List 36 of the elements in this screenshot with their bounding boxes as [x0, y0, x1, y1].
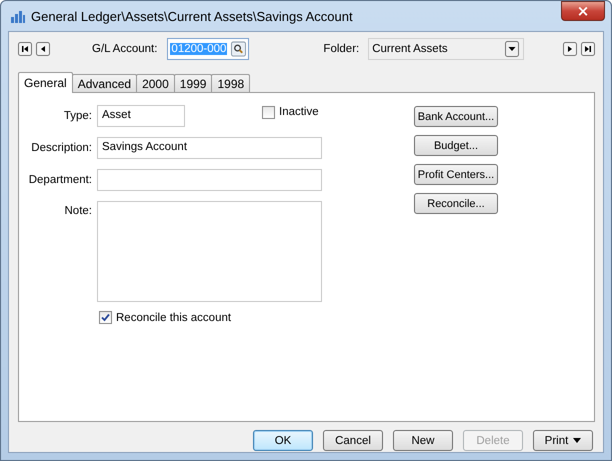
note-field[interactable]	[97, 201, 322, 302]
type-field[interactable]: Asset	[97, 105, 185, 127]
description-label: Description:	[30, 142, 92, 154]
bar-chart-icon	[10, 9, 26, 23]
last-record-icon[interactable]	[581, 42, 595, 56]
first-record-icon[interactable]	[18, 42, 32, 56]
checkbox[interactable]	[262, 106, 275, 118]
next-record-icon[interactable]	[563, 42, 577, 56]
note-label: Note:	[64, 205, 92, 217]
close-button[interactable]: ×	[561, 1, 605, 21]
window-title: General Ledger\Assets\Current Assets\Savings Account	[31, 8, 354, 24]
action-button[interactable]: Cancel	[323, 430, 383, 451]
department-field[interactable]	[97, 169, 322, 191]
reconcile-label: Reconcile this account	[116, 312, 232, 324]
action-button[interactable]: OK	[253, 430, 313, 451]
side-button[interactable]: Reconcile...	[414, 193, 498, 214]
folder-label: Folder:	[323, 43, 360, 55]
action-button[interactable]: New	[393, 430, 453, 451]
type-label: Type:	[62, 110, 92, 122]
folder-dropdown[interactable]: Current Assets	[368, 38, 524, 60]
side-button[interactable]: Budget...	[414, 135, 498, 156]
checkbox[interactable]	[99, 311, 112, 324]
tab[interactable]: 2000	[136, 74, 175, 92]
inactive-label: Inactive	[279, 106, 319, 118]
tab[interactable]: Advanced	[72, 74, 138, 92]
dropdown-button[interactable]: Print	[533, 430, 593, 451]
side-button[interactable]: Profit Centers...	[414, 164, 498, 185]
tab[interactable]: 1999	[174, 74, 212, 92]
tab[interactable]: 1998	[211, 74, 250, 92]
description-field[interactable]: Savings Account	[97, 137, 322, 159]
previous-record-icon[interactable]	[36, 42, 50, 56]
search-icon[interactable]	[231, 41, 246, 57]
tab[interactable]: General	[18, 72, 73, 93]
department-label: Department:	[28, 174, 92, 186]
account-label: G/L Account:	[92, 43, 158, 55]
side-button[interactable]: Bank Account...	[414, 106, 498, 127]
